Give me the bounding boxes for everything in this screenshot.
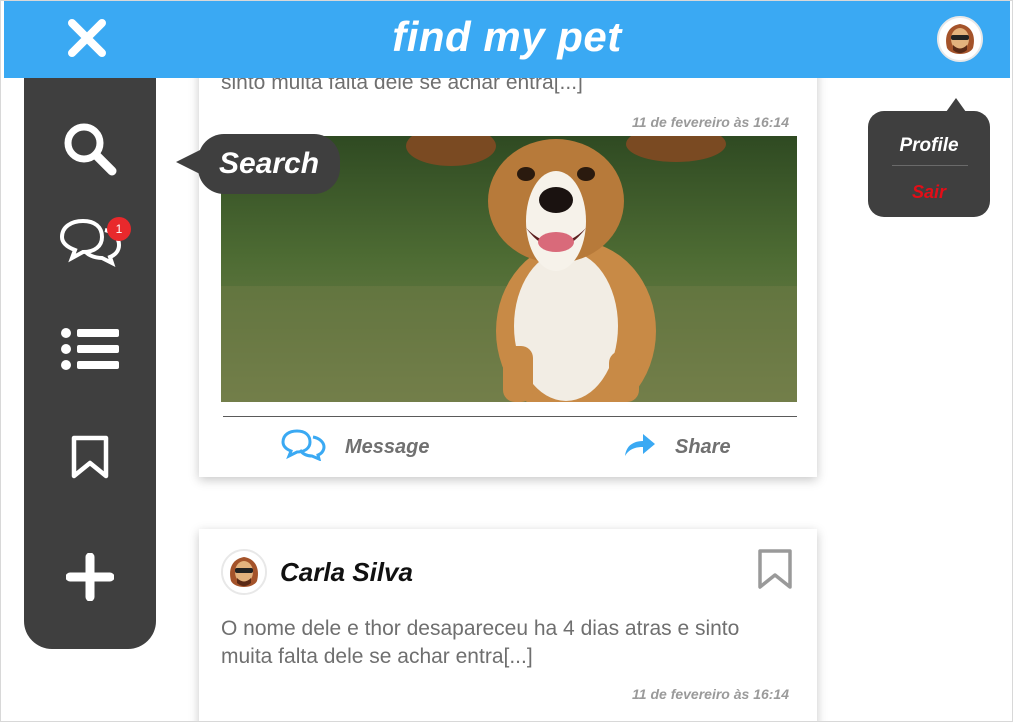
sidebar: 1 bbox=[24, 78, 156, 649]
profile-menu-item[interactable]: Profile bbox=[868, 135, 990, 157]
sidebar-item-search[interactable] bbox=[50, 116, 130, 186]
share-button[interactable]: Share bbox=[623, 428, 731, 466]
message-label: Message bbox=[345, 435, 430, 458]
search-tooltip: Search bbox=[176, 134, 340, 194]
user-avatar[interactable] bbox=[937, 16, 983, 62]
list-icon bbox=[61, 327, 119, 375]
app-frame: sinto muita falta dele se achar entra[..… bbox=[0, 0, 1013, 722]
plus-icon bbox=[65, 552, 115, 606]
message-button[interactable]: Message bbox=[279, 428, 430, 466]
chat-bubbles-icon bbox=[279, 428, 327, 466]
app-title: find my pet bbox=[392, 13, 622, 60]
action-divider bbox=[223, 416, 797, 417]
sidebar-item-saved[interactable] bbox=[50, 424, 130, 494]
share-label: Share bbox=[675, 435, 731, 458]
post-card: Carla Silva O nome dele e thor desaparec… bbox=[199, 529, 817, 721]
post-date: 11 de fevereiro às 16:14 bbox=[632, 686, 789, 702]
sidebar-item-add[interactable] bbox=[50, 544, 130, 614]
post-text: O nome dele e thor desapareceu ha 4 dias… bbox=[221, 617, 740, 668]
post-date: 11 de fevereiro às 16:14 bbox=[632, 114, 789, 130]
share-arrow-icon bbox=[623, 432, 657, 463]
app-header: find my pet bbox=[4, 1, 1010, 78]
menu-divider bbox=[892, 165, 968, 166]
post-card: sinto muita falta dele se achar entra[..… bbox=[199, 41, 817, 477]
post-author: Carla Silva bbox=[280, 557, 413, 587]
sidebar-item-messages[interactable]: 1 bbox=[50, 211, 131, 281]
author-avatar[interactable] bbox=[221, 549, 267, 595]
unread-badge: 1 bbox=[107, 217, 131, 241]
profile-menu: Profile Sair bbox=[868, 98, 990, 217]
sidebar-item-list[interactable] bbox=[50, 316, 130, 386]
bookmark-icon bbox=[70, 435, 110, 484]
search-icon bbox=[62, 121, 118, 182]
logout-menu-item[interactable]: Sair bbox=[868, 182, 990, 203]
bookmark-icon[interactable] bbox=[756, 548, 794, 595]
